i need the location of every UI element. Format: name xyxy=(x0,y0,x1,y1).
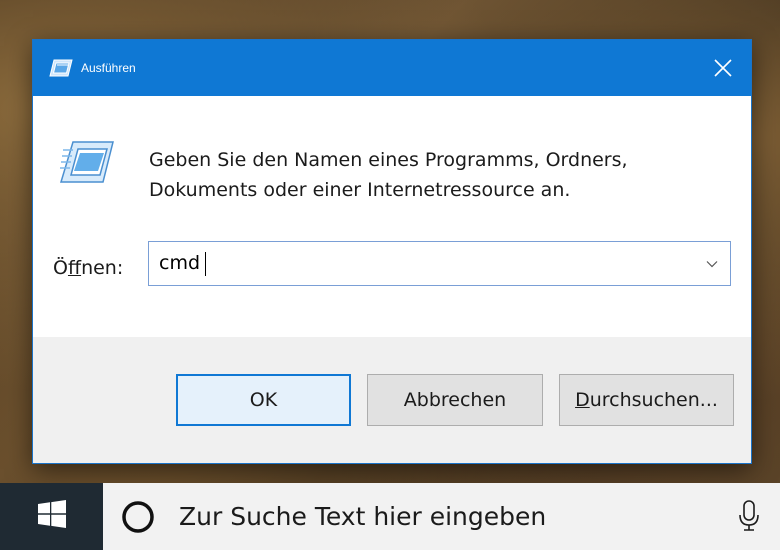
open-input[interactable] xyxy=(149,242,689,285)
ok-button[interactable]: OK xyxy=(176,374,351,426)
chevron-down-icon xyxy=(706,255,718,273)
cancel-button[interactable]: Abbrechen xyxy=(367,374,543,426)
run-dialog: Ausführen Geben Sie den Namen eines Prog… xyxy=(33,40,751,463)
run-icon xyxy=(59,140,115,184)
text-cursor xyxy=(205,252,206,276)
prompt-line-2: Dokuments oder einer Internetressource a… xyxy=(149,179,571,201)
dialog-title: Ausführen xyxy=(81,61,136,75)
prompt-line-1: Geben Sie den Namen eines Programms, Ord… xyxy=(149,149,628,171)
microphone-icon[interactable] xyxy=(738,499,760,533)
open-label-post: fnen: xyxy=(81,257,124,279)
browse-button[interactable]: Durchsuchen... xyxy=(559,374,734,426)
dialog-body: Geben Sie den Namen eines Programms, Ord… xyxy=(33,96,751,337)
close-icon xyxy=(713,58,733,78)
open-label-pre: Ö xyxy=(53,257,68,279)
open-label-access-key: f xyxy=(67,257,82,279)
browse-access-key: D xyxy=(575,389,590,411)
open-label: Öffnen: xyxy=(53,256,123,280)
browse-button-label: Durchsuchen... xyxy=(575,389,718,411)
run-icon xyxy=(49,59,73,77)
taskbar: Zur Suche Text hier eingeben xyxy=(0,483,780,550)
open-combobox[interactable] xyxy=(148,241,731,286)
title-bar[interactable]: Ausführen xyxy=(33,40,751,96)
browse-label-rest: urchsuchen... xyxy=(589,389,718,411)
prompt-text: Geben Sie den Namen eines Programms, Ord… xyxy=(149,145,729,205)
dropdown-button[interactable] xyxy=(694,242,730,285)
windows-logo-icon xyxy=(37,500,66,533)
close-button[interactable] xyxy=(695,40,751,96)
cortana-icon xyxy=(121,500,155,534)
button-bar: OK Abbrechen Durchsuchen... xyxy=(33,337,751,463)
search-placeholder: Zur Suche Text hier eingeben xyxy=(179,502,547,531)
start-button[interactable] xyxy=(0,483,103,550)
cancel-button-label: Abbrechen xyxy=(403,389,507,411)
ok-button-label: OK xyxy=(249,389,278,411)
taskbar-search-box[interactable]: Zur Suche Text hier eingeben xyxy=(103,483,780,550)
